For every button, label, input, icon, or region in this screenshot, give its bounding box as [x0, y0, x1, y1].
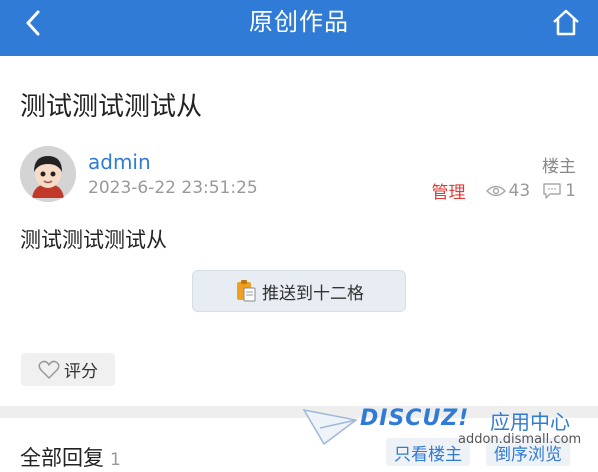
- post-meta: 管理 43 1: [432, 178, 576, 204]
- replies-header: 全部回复 1: [20, 442, 121, 472]
- views-count: 43: [508, 180, 531, 201]
- author-name[interactable]: admin: [88, 150, 151, 174]
- home-button[interactable]: [550, 6, 582, 38]
- post-date: 2023-6-22 23:51:25: [88, 178, 258, 198]
- manage-link[interactable]: 管理: [432, 178, 466, 203]
- home-icon: [553, 9, 579, 36]
- page-title: 原创作品: [249, 8, 349, 36]
- reverse-order-button[interactable]: 倒序浏览: [486, 438, 570, 466]
- top-bar: 原创作品: [0, 0, 598, 56]
- only-author-button[interactable]: 只看楼主: [386, 438, 470, 466]
- clipboard-icon: [237, 280, 256, 302]
- heart-icon: [38, 360, 60, 379]
- rate-button-label: 评分: [64, 362, 98, 382]
- section-divider: [0, 406, 598, 418]
- floor-label: 楼主: [542, 157, 576, 177]
- comments-count: 1: [565, 180, 576, 201]
- comment-icon: [543, 182, 561, 199]
- post-content: 测试测试测试从: [20, 228, 167, 252]
- avatar-image-icon: [20, 146, 76, 202]
- comments-stat: 1: [542, 181, 576, 201]
- rate-button[interactable]: 评分: [21, 353, 115, 386]
- post-title: 测试测试测试从: [20, 92, 203, 122]
- replies-count: 1: [110, 450, 121, 470]
- replies-label: 全部回复: [20, 446, 104, 470]
- views-stat: 43: [485, 180, 531, 201]
- push-button[interactable]: 推送到十二格: [192, 270, 406, 312]
- avatar[interactable]: [20, 146, 76, 202]
- eye-icon: [485, 185, 506, 196]
- push-button-label: 推送到十二格: [262, 283, 364, 304]
